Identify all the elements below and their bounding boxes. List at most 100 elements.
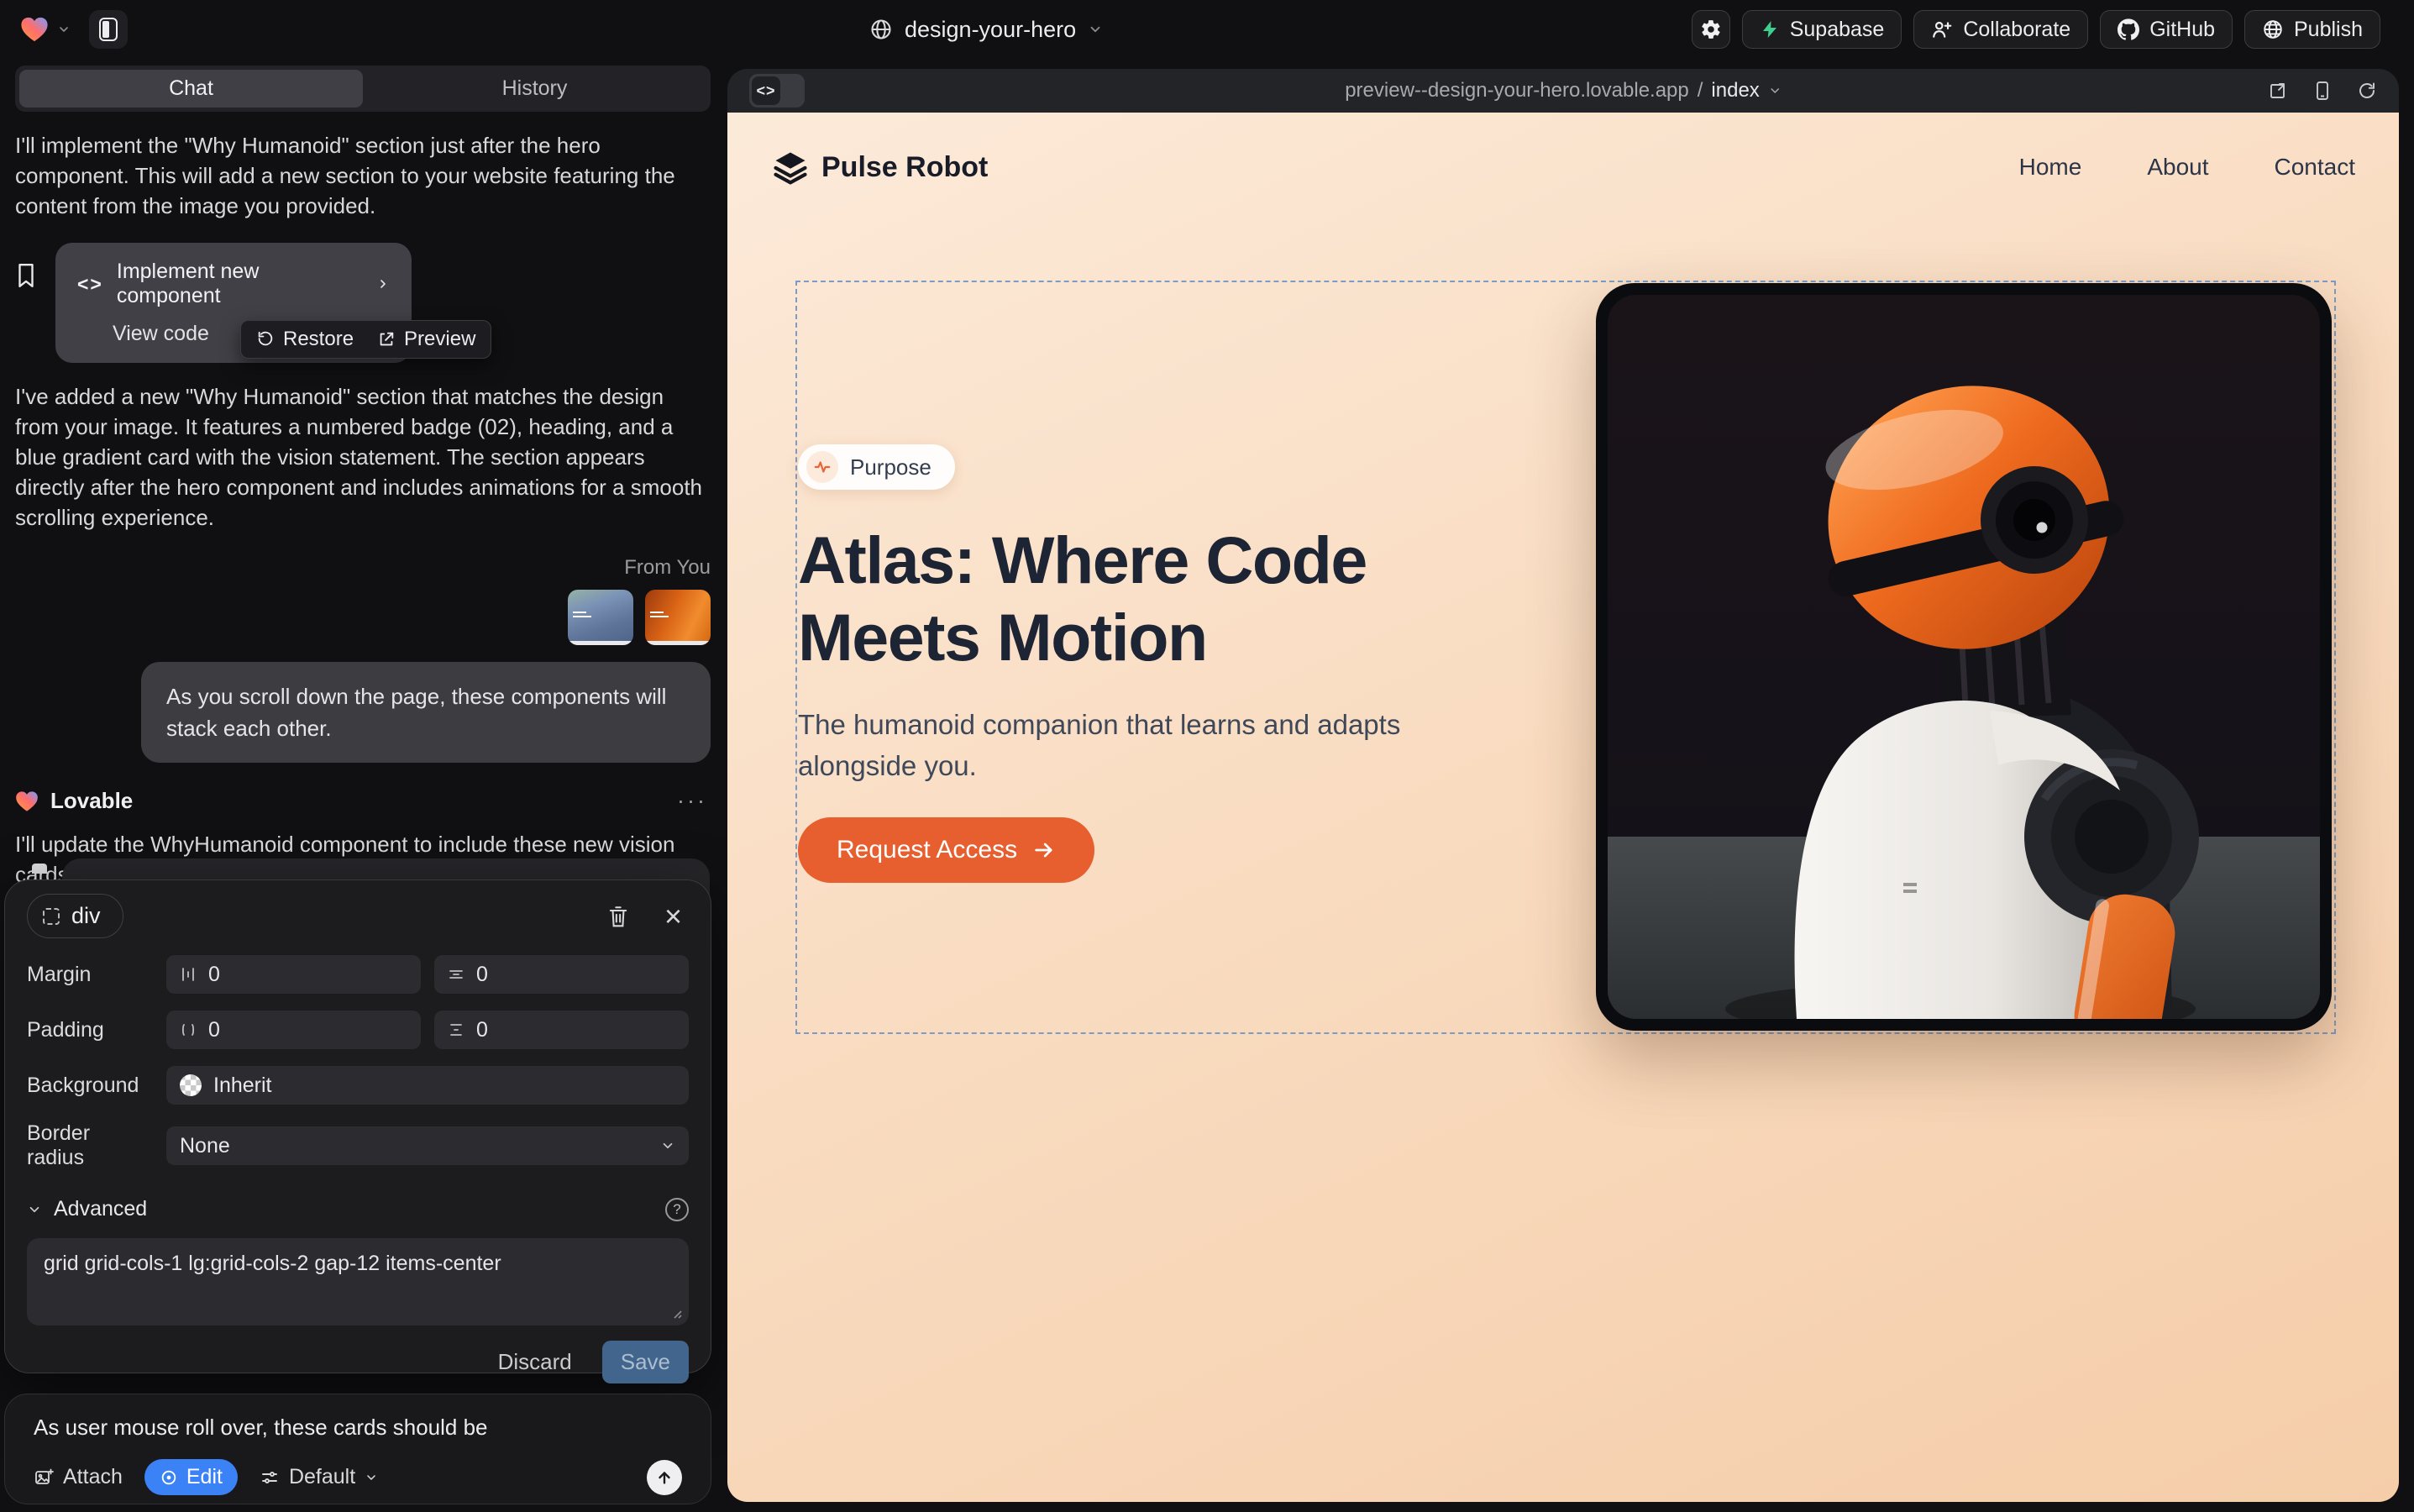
publish-globe-icon — [2262, 18, 2284, 40]
code-view-toggle[interactable]: <> — [749, 74, 805, 108]
assistant-message-1: I'll implement the "Why Humanoid" sectio… — [15, 130, 711, 221]
preview-url-page: index — [1711, 79, 1759, 102]
preview-site: Pulse Robot Home About Contact Purpose A… — [727, 113, 2399, 1502]
element-tag-chip[interactable]: div — [27, 894, 123, 938]
save-button[interactable]: Save — [602, 1341, 689, 1383]
chevron-down-icon — [1768, 84, 1782, 97]
preview-url-bar[interactable]: preview--design-your-hero.lovable.app / … — [1345, 69, 1782, 113]
logo-menu-chevron-icon[interactable] — [57, 23, 71, 36]
from-you-label: From You — [15, 556, 711, 580]
sidebar-toggle-icon — [99, 18, 118, 41]
project-globe-icon — [869, 18, 893, 41]
github-button[interactable]: GitHub — [2100, 10, 2233, 49]
code-icon: <> — [752, 76, 780, 105]
component-row: <> Implement new component View code Res… — [15, 243, 711, 363]
padding-label: Padding — [27, 1018, 153, 1042]
target-icon — [160, 1468, 178, 1487]
attachment-thumbnail-blue[interactable] — [568, 590, 633, 645]
arrow-right-icon — [1032, 838, 1056, 862]
close-inspector-button[interactable]: × — [664, 901, 682, 932]
restore-button[interactable]: Restore — [256, 328, 354, 351]
open-in-new-tab-button[interactable] — [2268, 81, 2288, 101]
edit-mode-button[interactable]: Edit — [144, 1459, 238, 1495]
border-radius-select[interactable]: None — [166, 1126, 689, 1165]
padding-x-input[interactable]: 0 — [166, 1011, 421, 1049]
element-tag: div — [71, 903, 101, 929]
mobile-preview-button[interactable] — [2313, 81, 2332, 101]
attachment-thumbnail-orange[interactable] — [645, 590, 711, 645]
component-card-title: Implement new component — [117, 260, 363, 308]
chevron-right-icon — [376, 277, 390, 291]
nav-link-home[interactable]: Home — [2019, 154, 2082, 181]
project-switcher[interactable]: design-your-hero — [869, 0, 1103, 59]
class-list-textarea[interactable]: grid grid-cols-1 lg:grid-cols-2 gap-12 i… — [27, 1238, 689, 1326]
chevron-down-icon — [365, 1471, 378, 1484]
hero-robot-card — [1596, 283, 2332, 1031]
component-hover-actions: Restore Preview — [240, 320, 491, 359]
tab-chat[interactable]: Chat — [19, 70, 363, 108]
assistant-name: Lovable — [50, 788, 133, 814]
publish-button[interactable]: Publish — [2244, 10, 2380, 49]
nav-link-about[interactable]: About — [2147, 154, 2208, 181]
settings-button[interactable] — [1692, 10, 1730, 49]
collaborate-people-icon — [1931, 18, 1953, 40]
background-input[interactable]: Inherit — [166, 1066, 689, 1105]
send-button[interactable] — [647, 1460, 682, 1495]
hero-subtitle: The humanoid companion that learns and a… — [798, 704, 1436, 787]
advanced-help-button[interactable]: ? — [665, 1198, 689, 1221]
attach-button[interactable]: Attach — [34, 1465, 123, 1489]
element-inspector-panel: div × Margin 0 0 — [4, 879, 711, 1373]
margin-label: Margin — [27, 963, 153, 987]
site-brand[interactable]: Pulse Robot — [773, 150, 988, 185]
preview-topbar: <> preview--design-your-hero.lovable.app… — [727, 69, 2399, 113]
workspace: Chat History I'll implement the "Why Hum… — [0, 59, 2414, 1512]
attachment-thumbnails — [15, 590, 711, 645]
project-chevron-icon — [1088, 22, 1103, 37]
advanced-label: Advanced — [54, 1197, 147, 1221]
collaborate-button[interactable]: Collaborate — [1913, 10, 2088, 49]
border-radius-row: Border radius None — [27, 1121, 689, 1170]
preview-button[interactable]: Preview — [377, 328, 475, 351]
sidebar-toggle-button[interactable] — [89, 10, 128, 49]
padding-row: Padding 0 0 — [27, 1011, 689, 1049]
advanced-section-header[interactable]: Advanced ? — [27, 1197, 689, 1221]
resize-grip-icon[interactable] — [670, 1307, 682, 1319]
hero-title: Atlas: Where Code Meets Motion — [798, 522, 1453, 677]
advanced-collapse-chevron-icon — [27, 1202, 42, 1217]
nav-link-contact[interactable]: Contact — [2275, 154, 2356, 181]
chevron-down-icon — [660, 1138, 675, 1153]
pulse-icon — [806, 451, 838, 483]
lovable-heart-logo[interactable] — [20, 16, 49, 43]
supabase-bolt-icon — [1760, 19, 1780, 39]
attach-image-icon — [34, 1467, 54, 1488]
hero-content: Purpose Atlas: Where Code Meets Motion T… — [798, 444, 1487, 883]
dashed-box-icon — [43, 908, 60, 925]
preview-panel: <> preview--design-your-hero.lovable.app… — [727, 69, 2399, 1502]
background-row: Background Inherit — [27, 1066, 689, 1105]
refresh-button[interactable] — [2357, 81, 2377, 101]
bookmark-icon-partial — [32, 864, 47, 874]
margin-vertical-icon — [448, 966, 464, 983]
layers-icon — [773, 150, 808, 185]
model-selector[interactable]: Default — [260, 1465, 378, 1489]
transparency-swatch-icon — [180, 1074, 202, 1096]
bookmark-icon[interactable] — [15, 263, 37, 363]
padding-y-input[interactable]: 0 — [434, 1011, 689, 1049]
padding-vertical-icon — [448, 1021, 464, 1038]
request-access-button[interactable]: Request Access — [798, 817, 1094, 883]
site-nav-links: Home About Contact — [2019, 154, 2355, 181]
margin-x-input[interactable]: 0 — [166, 955, 421, 994]
tab-history[interactable]: History — [363, 70, 706, 108]
delete-element-button[interactable] — [607, 905, 629, 928]
discard-button[interactable]: Discard — [498, 1349, 572, 1375]
preview-url-host: preview--design-your-hero.lovable.app — [1345, 79, 1689, 102]
message-more-menu[interactable]: ··· — [677, 788, 707, 814]
purpose-badge[interactable]: Purpose — [798, 444, 955, 490]
margin-y-input[interactable]: 0 — [434, 955, 689, 994]
chat-input[interactable]: As user mouse roll over, these cards sho… — [34, 1415, 682, 1441]
supabase-button[interactable]: Supabase — [1742, 10, 1902, 49]
code-icon: <> — [77, 273, 103, 296]
margin-horizontal-icon — [180, 966, 197, 983]
assistant-message-2: I've added a new "Why Humanoid" section … — [15, 381, 711, 533]
sliders-icon — [260, 1467, 280, 1488]
